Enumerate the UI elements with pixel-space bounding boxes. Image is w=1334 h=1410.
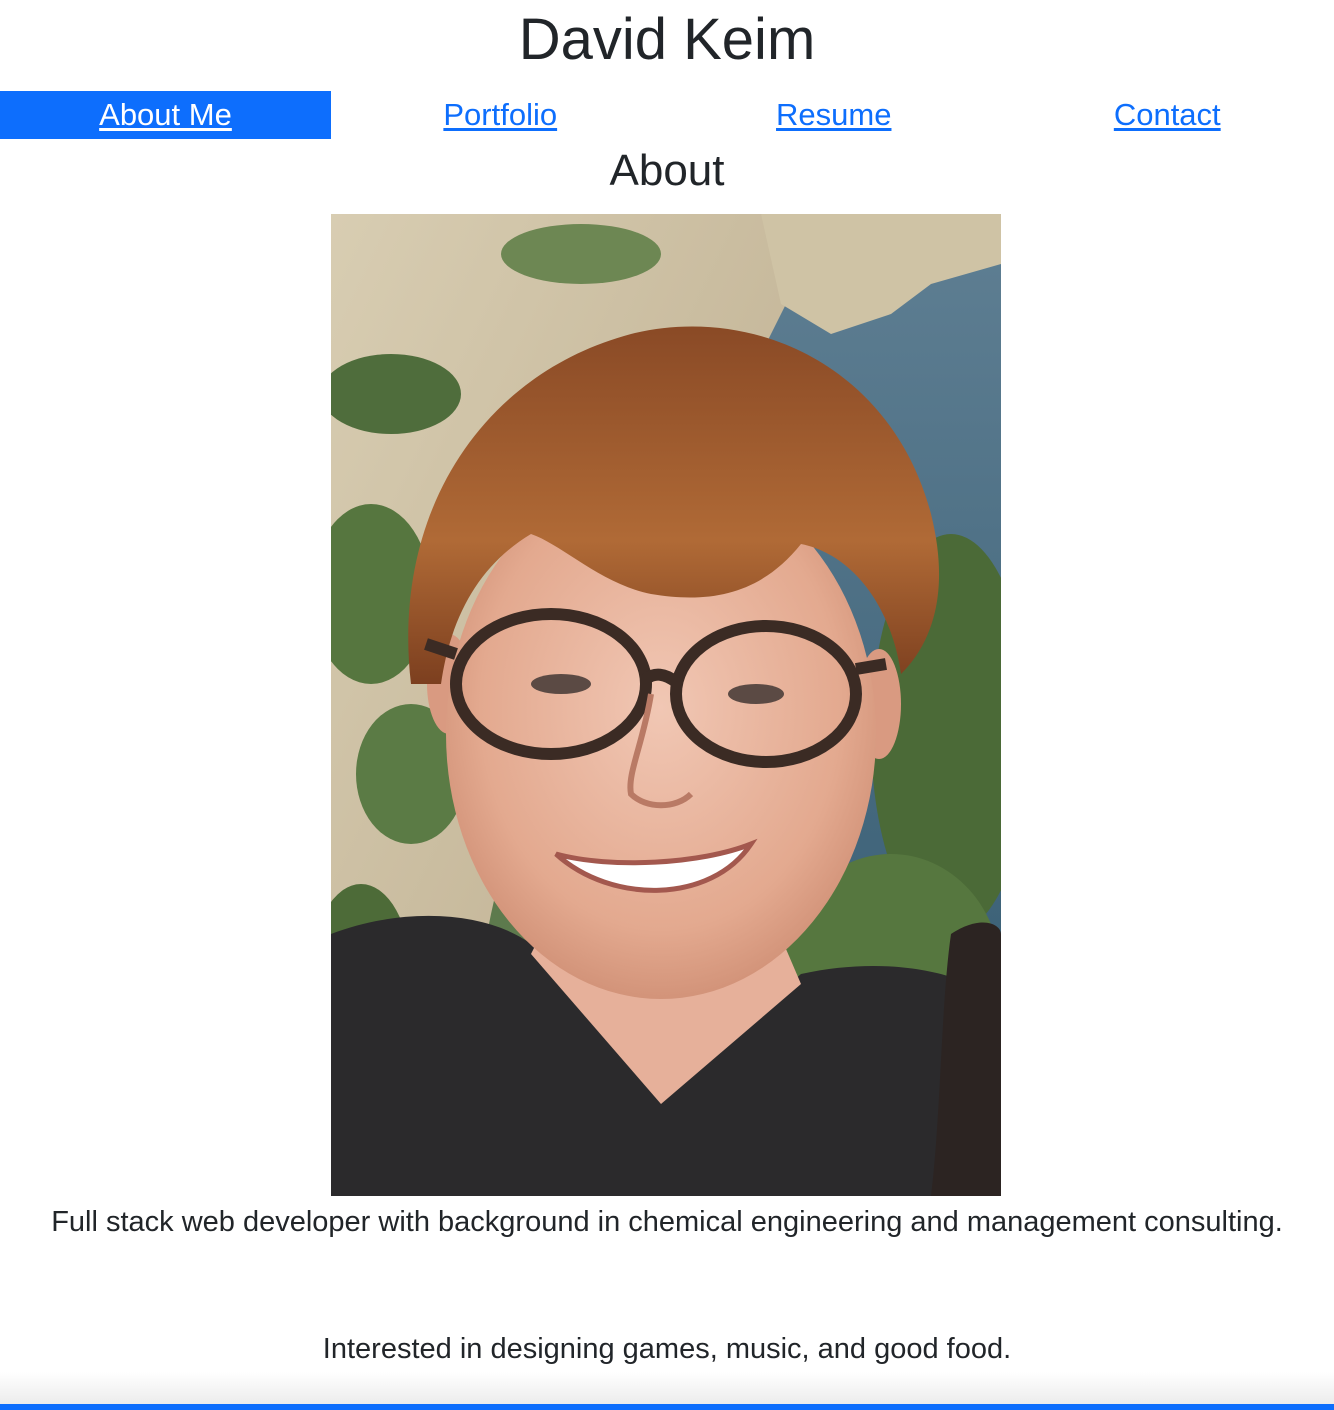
footer-shadow (0, 1372, 1334, 1404)
main-nav: About Me Portfolio Resume Contact (0, 91, 1334, 139)
profile-photo (331, 214, 1001, 1196)
nav-item-portfolio[interactable]: Portfolio (334, 91, 668, 139)
footer-bar (0, 1404, 1334, 1410)
interests-text: Interested in designing games, music, an… (322, 1333, 1012, 1365)
nav-item-resume[interactable]: Resume (667, 91, 1001, 139)
about-heading: About (609, 146, 725, 195)
nav-item-about-me[interactable]: About Me (0, 91, 331, 139)
site-title: David Keim (518, 7, 816, 72)
bio-text: Full stack web developer with background… (51, 1206, 1283, 1238)
nav-item-contact[interactable]: Contact (1001, 91, 1334, 139)
